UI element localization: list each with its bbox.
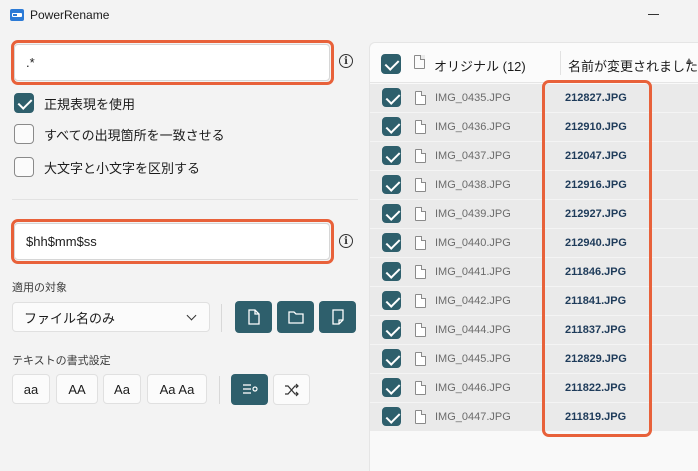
file-icon <box>415 265 426 279</box>
powerrename-app-icon <box>10 9 24 21</box>
row-checkbox[interactable] <box>382 88 401 107</box>
uppercase-button[interactable]: AA <box>56 374 98 404</box>
toolbar-separator <box>221 304 222 332</box>
shuffle-icon <box>284 383 299 396</box>
column-separator <box>560 51 561 75</box>
section-divider <box>12 199 358 200</box>
folders-only-button[interactable] <box>277 301 314 333</box>
chevron-down-icon <box>186 310 197 321</box>
minimize-button[interactable] <box>648 14 659 15</box>
file-icon <box>415 381 426 395</box>
list-empty-area <box>370 431 698 471</box>
title-bar: PowerRename <box>0 0 698 30</box>
apply-to-dropdown[interactable]: ファイル名のみ <box>12 302 210 332</box>
regex-label: 正規表現を使用 <box>44 96 136 112</box>
original-filename: IMG_0446.JPG <box>435 382 511 394</box>
original-column-header[interactable]: オリジナル (12) <box>434 56 526 75</box>
replace-highlight-box <box>11 219 334 264</box>
original-filename: IMG_0440.JPG <box>435 237 511 249</box>
option-match-all[interactable]: すべての出現箇所を一致させる <box>14 124 225 144</box>
row-checkbox[interactable] <box>382 146 401 165</box>
file-icon <box>415 352 426 366</box>
renamed-column-header[interactable]: 名前が変更されました <box>568 56 698 75</box>
lowercase-button[interactable]: aa <box>12 374 50 404</box>
apply-to-label: 適用の対象 <box>12 282 67 294</box>
row-checkbox[interactable] <box>382 262 401 281</box>
scroll-up-icon[interactable] <box>686 58 692 63</box>
header-file-icon <box>414 55 425 69</box>
filename-only-button[interactable] <box>235 301 272 333</box>
capitalize-button[interactable]: Aa <box>103 374 141 404</box>
file-icon <box>415 207 426 221</box>
original-filename: IMG_0447.JPG <box>435 411 511 423</box>
format-separator <box>219 376 220 404</box>
row-checkbox[interactable] <box>382 117 401 136</box>
file-extension-button[interactable] <box>319 301 356 333</box>
file-icon <box>415 410 426 424</box>
row-checkbox[interactable] <box>382 378 401 397</box>
enumerate-items-button[interactable] <box>231 374 268 405</box>
file-icon <box>415 91 426 105</box>
row-checkbox[interactable] <box>382 233 401 252</box>
file-icon <box>415 149 426 163</box>
row-checkbox[interactable] <box>382 407 401 426</box>
file-icon <box>415 323 426 337</box>
folder-icon <box>287 311 304 324</box>
regex-checkbox[interactable] <box>14 93 34 113</box>
window-title: PowerRename <box>30 8 110 22</box>
replace-info-icon[interactable]: i <box>339 234 353 248</box>
titlecase-button[interactable]: Aa Aa <box>147 374 207 404</box>
file-icon <box>415 120 426 134</box>
renamed-column-highlight-box <box>542 80 652 437</box>
file-icon <box>415 236 426 250</box>
file-icon <box>415 294 426 308</box>
enumerate-icon <box>242 383 258 394</box>
file-icon <box>415 178 426 192</box>
select-all-checkbox[interactable] <box>381 54 401 74</box>
original-filename: IMG_0438.JPG <box>435 179 511 191</box>
option-use-regex[interactable]: 正規表現を使用 <box>14 93 135 113</box>
match-all-checkbox[interactable] <box>14 124 34 144</box>
apply-to-selected: ファイル名のみ <box>24 310 116 326</box>
search-highlight-box <box>11 40 334 85</box>
original-filename: IMG_0439.JPG <box>435 208 511 220</box>
original-filename: IMG_0436.JPG <box>435 121 511 133</box>
original-filename: IMG_0435.JPG <box>435 92 511 104</box>
option-case-sensitive[interactable]: 大文字と小文字を区別する <box>14 157 200 177</box>
row-checkbox[interactable] <box>382 320 401 339</box>
row-checkbox[interactable] <box>382 175 401 194</box>
file-list-header: オリジナル (12) 名前が変更されました <box>370 43 698 83</box>
search-info-icon[interactable]: i <box>339 54 353 68</box>
row-checkbox[interactable] <box>382 349 401 368</box>
original-filename: IMG_0442.JPG <box>435 295 511 307</box>
text-format-label: テキストの書式設定 <box>12 355 111 367</box>
original-filename: IMG_0441.JPG <box>435 266 511 278</box>
original-filename: IMG_0437.JPG <box>435 150 511 162</box>
case-sensitive-checkbox[interactable] <box>14 157 34 177</box>
file-extension-icon <box>331 309 344 325</box>
original-filename: IMG_0445.JPG <box>435 353 511 365</box>
case-sensitive-label: 大文字と小文字を区別する <box>44 160 201 176</box>
row-checkbox[interactable] <box>382 291 401 310</box>
row-checkbox[interactable] <box>382 204 401 223</box>
file-icon <box>247 309 260 325</box>
randomize-button[interactable] <box>273 374 310 405</box>
match-all-label: すべての出現箇所を一致させる <box>44 127 225 143</box>
original-filename: IMG_0444.JPG <box>435 324 511 336</box>
